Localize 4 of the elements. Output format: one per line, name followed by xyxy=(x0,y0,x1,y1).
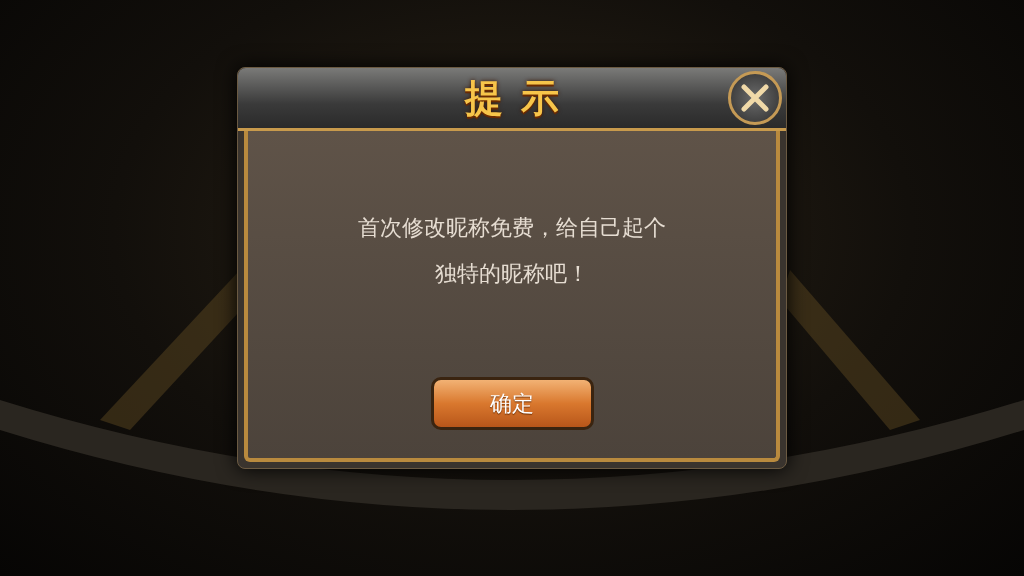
close-icon xyxy=(740,83,770,113)
dialog-title: 提示 xyxy=(463,74,577,122)
confirm-button[interactable]: 确定 xyxy=(430,377,594,430)
message-text: 首次修改昵称免费，给自己起个独特的昵称吧！ xyxy=(358,214,666,288)
